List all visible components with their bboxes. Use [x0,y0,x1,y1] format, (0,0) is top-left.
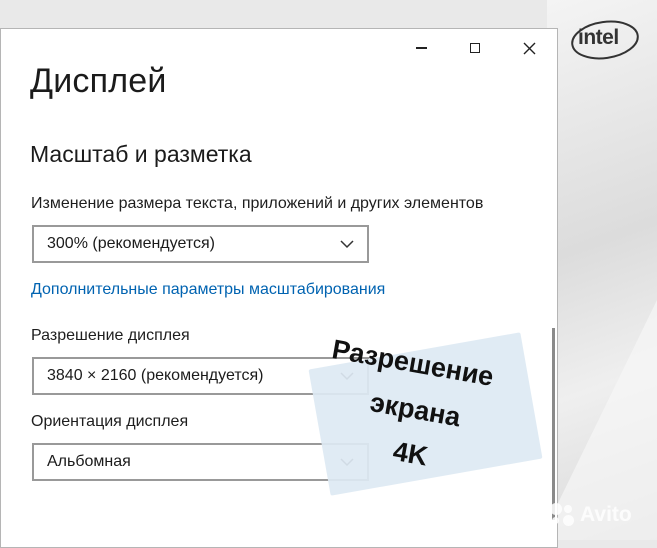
maximize-icon [470,43,480,53]
avito-watermark-text: Avito [580,503,632,526]
orientation-dropdown[interactable]: Альбомная [32,443,369,481]
avito-dots-icon [548,501,576,529]
close-button[interactable] [514,37,544,59]
close-icon [523,42,535,54]
section-title: Масштаб и разметка [30,141,252,167]
orientation-label: Ориентация дисплея [31,413,189,430]
maximize-button[interactable] [460,37,490,59]
minimize-icon [415,47,427,49]
resolution-label: Разрешение дисплея [31,327,190,344]
chevron-down-icon [340,240,354,249]
advanced-scaling-link[interactable]: Дополнительные параметры масштабирования [31,281,385,299]
scale-dropdown[interactable]: 300% (рекомендуется) [32,225,369,263]
intel-logo-text: intel [578,26,619,49]
sticker-line-3: 4K [390,436,430,472]
avito-watermark: Avito [548,500,648,530]
minimize-button[interactable] [406,37,436,59]
scale-dropdown-value: 300% (рекомендуется) [47,235,215,252]
resolution-dropdown-value: 3840 × 2160 (рекомендуется) [47,367,264,384]
scale-label: Изменение размера текста, приложений и д… [31,195,484,212]
orientation-dropdown-value: Альбомная [47,453,131,470]
page-title: Дисплей [30,62,167,100]
scrollbar[interactable] [552,328,555,520]
